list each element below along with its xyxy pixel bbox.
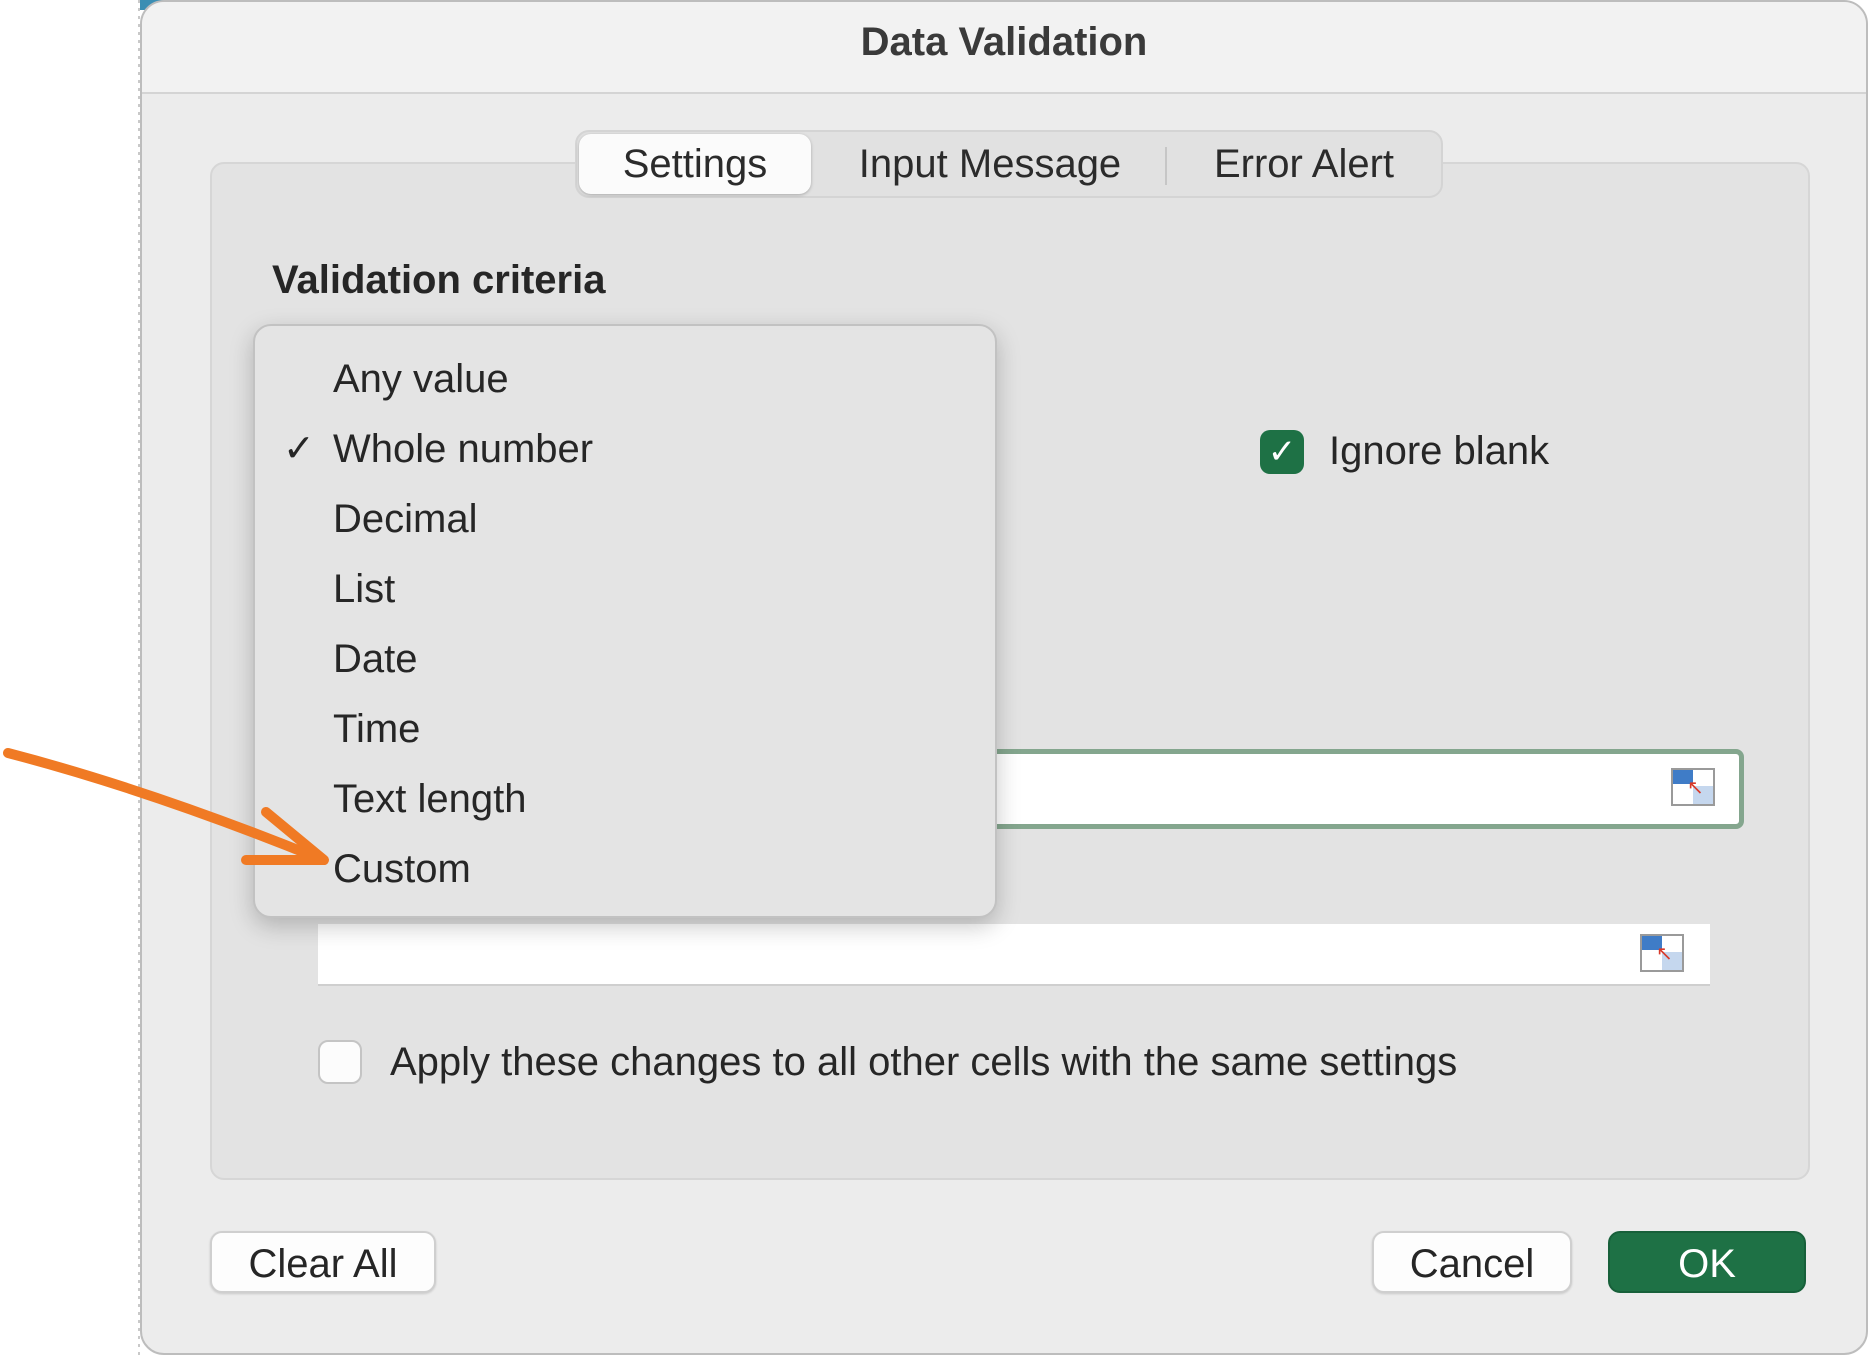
arrow-annotation-icon: [3, 748, 329, 865]
